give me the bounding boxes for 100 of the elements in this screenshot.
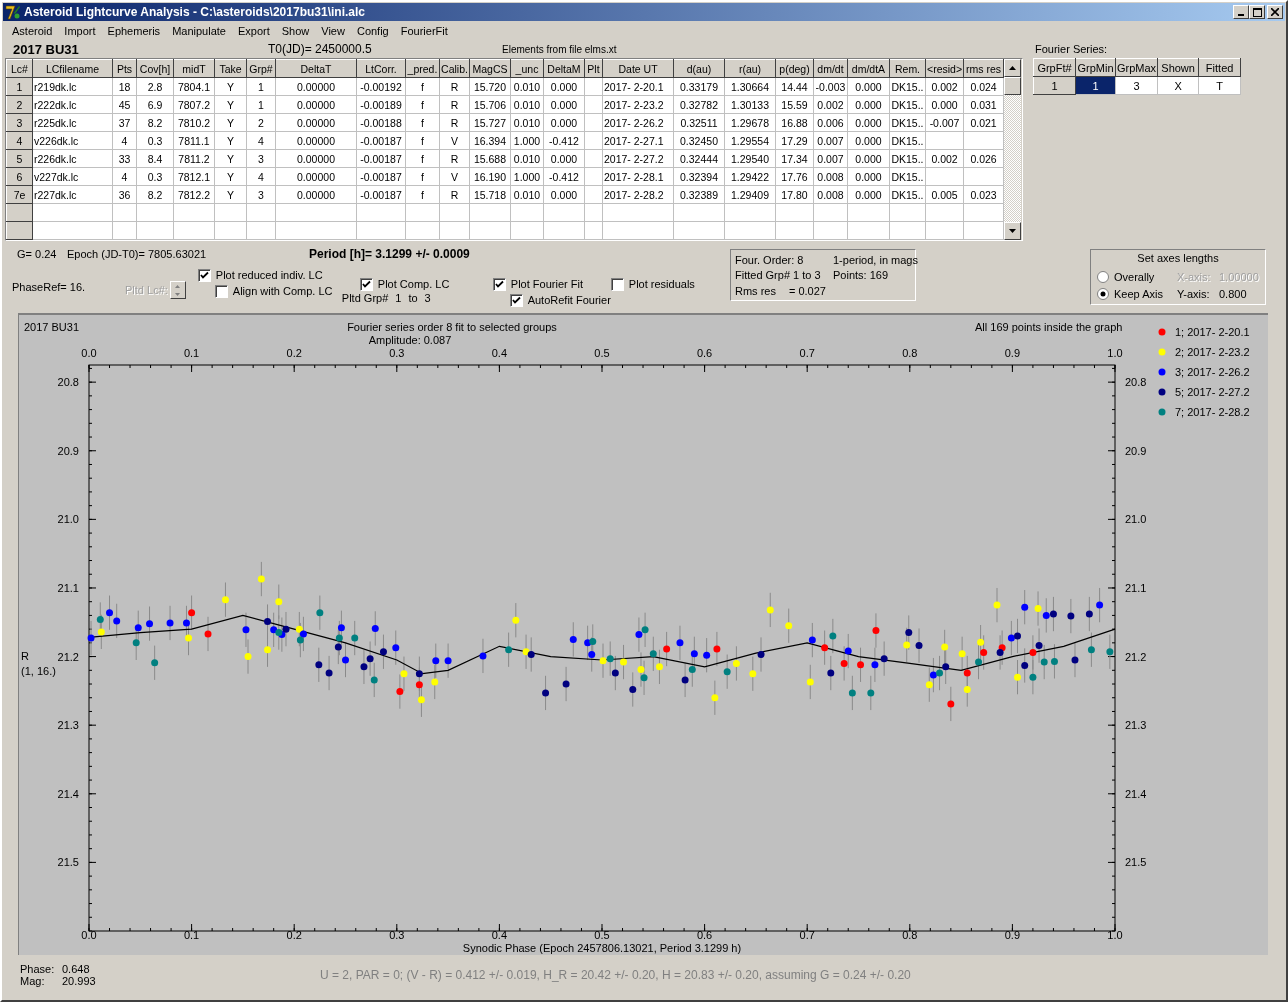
- menu-item[interactable]: Export: [231, 25, 276, 37]
- y-tick-label: 20.9: [1125, 444, 1147, 457]
- object-name: 2017 BU31: [12, 41, 80, 57]
- table-cell: 2017- 2-26.2: [604, 116, 664, 129]
- column-header[interactable]: MagCS: [469, 59, 511, 78]
- column-header[interactable]: rms res: [963, 59, 1004, 78]
- group-to-label: to: [408, 292, 418, 304]
- column-header[interactable]: GrpMax: [1115, 58, 1158, 77]
- plotted-group-label: Pltd Grp#: [341, 292, 389, 304]
- table-cell: -0.00189: [360, 98, 402, 111]
- table-cell: 17.34: [781, 152, 808, 165]
- menu-item[interactable]: Config: [350, 25, 395, 37]
- table-cell: Y: [227, 170, 234, 183]
- column-header[interactable]: dm/dt: [813, 59, 848, 78]
- x-tick-label: 0.6: [696, 929, 713, 941]
- table-cell: f: [421, 134, 424, 147]
- table-cell: R: [450, 80, 459, 93]
- column-header[interactable]: LCfilename: [32, 59, 113, 78]
- column-header[interactable]: GrpFt#: [1033, 58, 1076, 77]
- menu-item[interactable]: FourierFit: [394, 25, 454, 37]
- checkbox[interactable]: Plot residuals: [610, 276, 695, 292]
- table-cell: 0.000: [550, 98, 578, 111]
- table-cell[interactable]: X: [1157, 76, 1199, 95]
- menu-item[interactable]: Import: [58, 25, 102, 37]
- table-cell: 33: [118, 152, 131, 165]
- checkbox[interactable]: Plot Fourier Fit: [492, 276, 611, 292]
- column-header[interactable]: Take: [214, 59, 247, 78]
- table-cell: 17.29: [781, 134, 808, 147]
- column-header[interactable]: DeltaT: [275, 59, 357, 78]
- checkbox[interactable]: AutoRefit Fourier: [509, 292, 611, 308]
- table-cell: 7812.1: [177, 170, 211, 183]
- table-cell: 0.002: [817, 98, 844, 111]
- points-note: All 169 points inside the graph: [975, 321, 1123, 333]
- table-cell: 0.000: [550, 116, 578, 129]
- table-cell: 15.688: [473, 152, 507, 165]
- phase-label: Phase:: [20, 963, 56, 975]
- column-header[interactable]: DeltaM: [543, 59, 585, 78]
- y-axis-title: (1, 16.): [21, 665, 56, 677]
- table-cell: 0.000: [931, 98, 958, 111]
- column-header[interactable]: d(au): [673, 59, 725, 78]
- table-cell: 2017- 2-27.1: [604, 134, 664, 147]
- epoch-value: Epoch (JD-T0)= 7805.63021: [67, 248, 208, 260]
- column-header[interactable]: midT: [173, 59, 215, 78]
- table-cell: DK15..: [891, 152, 924, 165]
- y-tick-label: 21.1: [1125, 581, 1147, 594]
- x-tick-label: 0.0: [81, 929, 97, 941]
- menu-item[interactable]: View: [315, 25, 351, 37]
- column-header[interactable]: Fitted: [1198, 58, 1241, 77]
- menu-item[interactable]: Manipulate: [166, 25, 232, 37]
- group-to-value: 3: [424, 292, 431, 304]
- table-cell: 1.30133: [731, 98, 769, 111]
- fourier-series-label: Fourier Series:: [1034, 42, 1109, 57]
- radio-button[interactable]: Keep Axis: [1097, 287, 1177, 300]
- column-header[interactable]: <resid>: [925, 59, 964, 78]
- column-header[interactable]: Calib.: [439, 59, 470, 78]
- summary-text: U = 2, PAR = 0; (V - R) = 0.412 +/- 0.019, H_R = 20.42 +/- 0.20, H = 20.83 +/- 0.20, assuming G = 0.24 +/- 0.20: [320, 968, 911, 982]
- table-cell: 2: [258, 116, 264, 129]
- menu-item[interactable]: Ephemeris: [101, 25, 167, 37]
- column-header[interactable]: Grp#: [246, 59, 276, 78]
- table-cell: 0.010: [513, 80, 541, 93]
- table-cell: DK15..: [891, 170, 924, 183]
- column-header[interactable]: p(deg): [775, 59, 814, 78]
- checkbox[interactable]: Plot Comp. LC: [359, 276, 493, 292]
- column-header[interactable]: Lc#: [6, 59, 33, 78]
- column-header[interactable]: Date UT: [602, 59, 674, 78]
- column-header[interactable]: _pred.: [405, 59, 440, 78]
- y-tick-label: 21.2: [57, 650, 79, 663]
- table-cell: DK15..: [891, 134, 924, 147]
- column-header[interactable]: _unc: [510, 59, 544, 78]
- column-header[interactable]: LtCorr.: [356, 59, 406, 78]
- column-header[interactable]: Pts: [112, 59, 137, 78]
- table-cell[interactable]: 3: [1115, 76, 1158, 95]
- column-header[interactable]: Shown: [1157, 58, 1199, 77]
- group-from-value: 1: [395, 292, 402, 304]
- rms-value: = 0.027: [788, 284, 826, 297]
- table-cell[interactable]: T: [1198, 76, 1241, 95]
- checkbox[interactable]: Plot reduced indiv. LC: [197, 267, 360, 283]
- column-header[interactable]: Rem.: [889, 59, 926, 78]
- y-tick-label: 21.3: [57, 719, 79, 732]
- column-header[interactable]: Cov[h]: [136, 59, 174, 78]
- x-tick-label: 0.6: [696, 347, 713, 359]
- table-cell: 7811.2: [178, 152, 210, 165]
- column-header[interactable]: dm/dtA: [847, 59, 890, 78]
- table-cell: 0.007: [817, 134, 844, 147]
- menu-item[interactable]: Show: [275, 25, 316, 37]
- table-cell: 7804.1: [177, 80, 211, 93]
- table-cell: 1.30664: [731, 80, 769, 93]
- phase-value: 0.648: [62, 963, 90, 975]
- table-cell: -0.00187: [360, 170, 402, 183]
- table-cell: 0.000: [855, 188, 882, 201]
- mode-label: 1-period, in mags: [833, 253, 918, 266]
- menu-item[interactable]: Asteroid: [6, 25, 59, 37]
- table-cell: 16.190: [473, 170, 507, 183]
- column-header[interactable]: r(au): [724, 59, 776, 78]
- table-cell: 16.394: [473, 134, 507, 147]
- table-cell: 0.007: [817, 152, 844, 165]
- column-header[interactable]: GrpMin: [1075, 58, 1116, 77]
- y-tick-label: 21.2: [1125, 650, 1147, 663]
- table-cell: f: [421, 188, 424, 201]
- x-tick-label: 0.1: [183, 929, 200, 941]
